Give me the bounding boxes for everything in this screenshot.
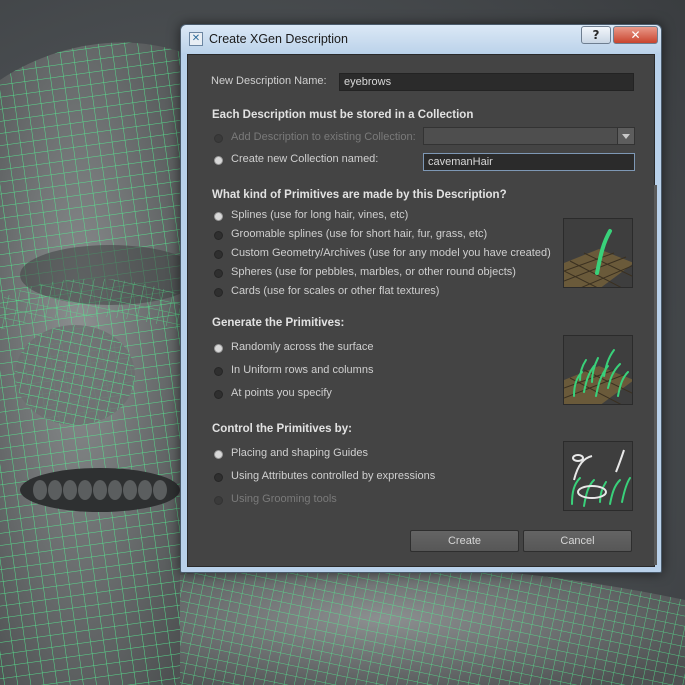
- generate-random-radio[interactable]: [214, 344, 223, 353]
- control-guides-radio[interactable]: [214, 450, 223, 459]
- close-button[interactable]: ✕: [613, 26, 658, 44]
- scrollbar[interactable]: [654, 185, 657, 565]
- control-heading: Control the Primitives by:: [212, 423, 352, 435]
- generate-points-label: At points you specify: [231, 387, 332, 399]
- primitive-option-groomable-label: Groomable splines (use for short hair, f…: [231, 228, 488, 240]
- help-button[interactable]: ?: [581, 26, 611, 44]
- control-grooming-label: Using Grooming tools: [231, 493, 337, 505]
- control-guides-label: Placing and shaping Guides: [231, 447, 368, 459]
- dialog-titlebar[interactable]: ✕ Create XGen Description ? ✕: [181, 25, 661, 53]
- description-name-input[interactable]: eyebrows: [339, 73, 634, 91]
- chevron-down-icon: [617, 128, 634, 144]
- collection-heading: Each Description must be stored in a Col…: [212, 109, 474, 121]
- control-expressions-radio[interactable]: [214, 473, 223, 482]
- existing-collection-dropdown[interactable]: [423, 127, 635, 145]
- control-expressions-label: Using Attributes controlled by expressio…: [231, 470, 436, 482]
- generate-points-radio[interactable]: [214, 390, 223, 399]
- generate-heading: Generate the Primitives:: [212, 317, 345, 329]
- primitive-option-spheres-label: Spheres (use for pebbles, marbles, or ot…: [231, 266, 516, 278]
- new-collection-radio[interactable]: [214, 156, 223, 165]
- description-name-label: New Description Name:: [211, 75, 327, 87]
- spline-preview-icon: [563, 218, 633, 288]
- primitive-option-custom-label: Custom Geometry/Archives (use for any mo…: [231, 247, 551, 259]
- new-collection-label: Create new Collection named:: [231, 153, 379, 165]
- dialog-title: Create XGen Description: [209, 32, 348, 46]
- xgen-app-icon: ✕: [189, 32, 203, 46]
- guides-preview-icon: [563, 441, 633, 511]
- primitive-option-groomable-radio[interactable]: [214, 231, 223, 240]
- primitive-option-splines-label: Splines (use for long hair, vines, etc): [231, 209, 409, 221]
- existing-collection-radio[interactable]: [214, 134, 223, 143]
- primitive-option-custom-radio[interactable]: [214, 250, 223, 259]
- new-collection-name-input[interactable]: cavemanHair: [423, 153, 635, 171]
- generate-uniform-radio[interactable]: [214, 367, 223, 376]
- create-button[interactable]: Create: [410, 530, 519, 552]
- primitive-option-spheres-radio[interactable]: [214, 269, 223, 278]
- create-xgen-description-dialog: ✕ Create XGen Description ? ✕ New Descri…: [180, 24, 662, 573]
- primitive-option-cards-label: Cards (use for scales or other flat text…: [231, 285, 440, 297]
- dialog-content: New Description Name: eyebrows Each Desc…: [187, 54, 655, 567]
- random-placement-preview-icon: [563, 335, 633, 405]
- cancel-button[interactable]: Cancel: [523, 530, 632, 552]
- control-grooming-radio[interactable]: [214, 496, 223, 505]
- generate-uniform-label: In Uniform rows and columns: [231, 364, 374, 376]
- primitive-option-splines-radio[interactable]: [214, 212, 223, 221]
- primitives-heading: What kind of Primitives are made by this…: [212, 189, 507, 201]
- primitive-option-cards-radio[interactable]: [214, 288, 223, 297]
- generate-random-label: Randomly across the surface: [231, 341, 374, 353]
- existing-collection-label: Add Description to existing Collection:: [231, 131, 416, 143]
